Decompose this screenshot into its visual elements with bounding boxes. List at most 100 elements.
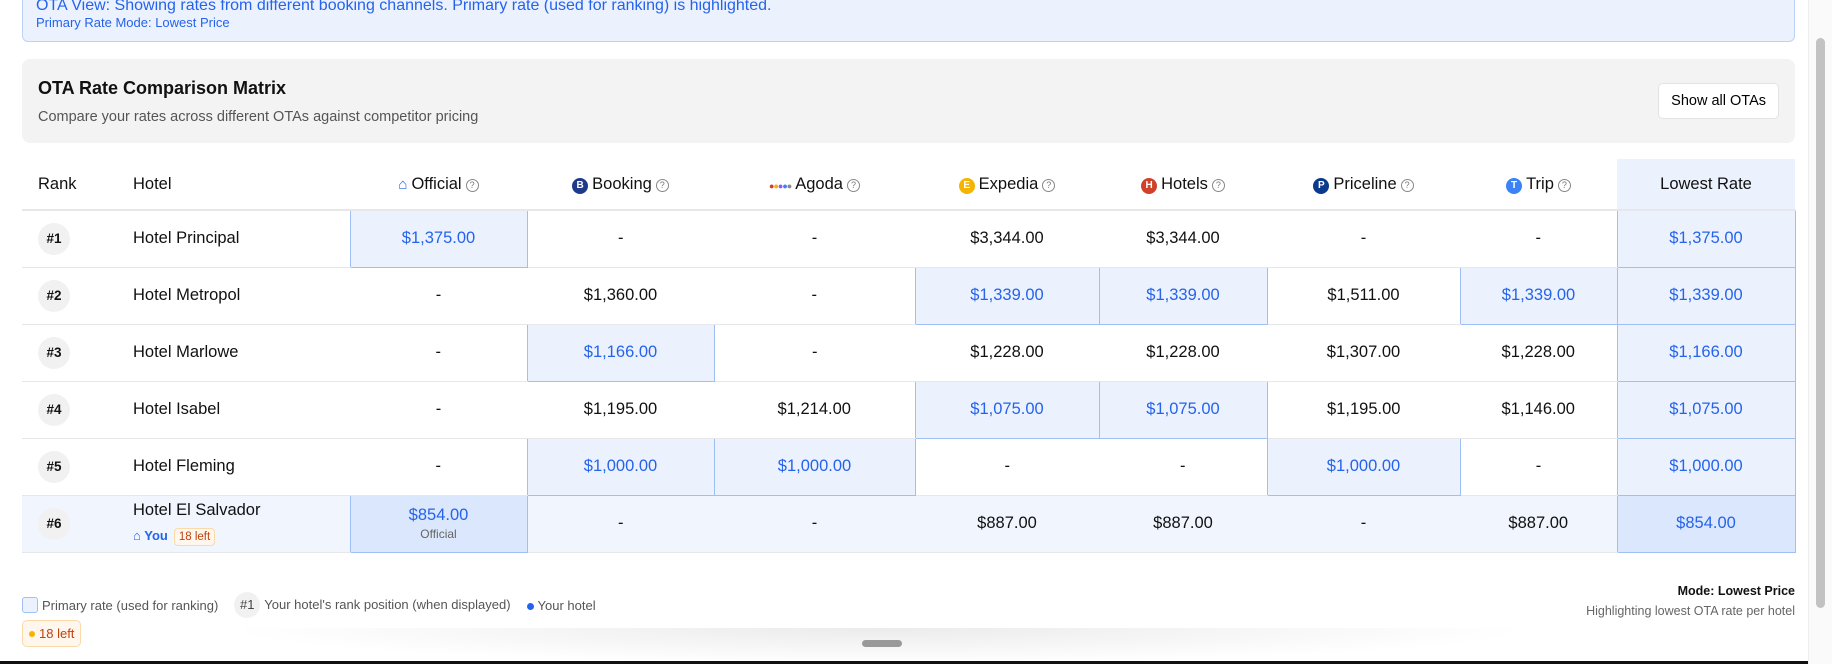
help-icon[interactable]: ? — [1557, 178, 1571, 192]
hotel-name: Hotel El Salvador — [133, 501, 261, 519]
rate-cell-official: $1,375.00 — [349, 209, 528, 268]
rate-cell-trip: $1,228.00 — [1460, 324, 1617, 382]
hotel-name: Hotel Isabel — [133, 400, 221, 418]
scrollbar[interactable] — [1808, 0, 1832, 664]
rank-badge: #5 — [38, 450, 70, 483]
rate-cell-expedia: - — [915, 438, 1099, 496]
rate-cell-priceline: $1,511.00 — [1267, 267, 1460, 325]
table-row: #6 Hotel El Salvador ⌂ You 18 left $854.00 Of… — [22, 494, 1796, 553]
booking-logo-icon: B — [572, 177, 589, 194]
hotel-name: Hotel Principal — [133, 229, 240, 248]
column-header-booking: B Booking? — [527, 159, 714, 211]
column-header-rank: Rank — [22, 159, 117, 211]
rank-badge: #1 — [38, 222, 70, 255]
rate-cell-trip: $1,146.00 — [1460, 381, 1617, 439]
help-icon[interactable]: ? — [846, 178, 860, 192]
info-banner: OTA View: Showing rates from different b… — [22, 0, 1795, 42]
dot-icon — [526, 602, 534, 610]
legend-primary: Primary rate (used for ranking) — [22, 597, 218, 613]
legend-rank: #1 Your hotel's rank position (when displ… — [234, 592, 511, 618]
rank-cell: #2 — [22, 267, 117, 325]
hotel-name: Hotel Fleming — [133, 457, 235, 475]
help-icon[interactable]: ? — [1211, 178, 1225, 192]
scrollbar-thumb[interactable] — [1816, 38, 1825, 608]
rank-cell: #4 — [22, 381, 117, 439]
rank-badge: #3 — [38, 336, 70, 369]
lowest-rate-cell: $1,075.00 — [1616, 380, 1796, 439]
rate-cell-hotels: $1,075.00 — [1098, 380, 1268, 439]
trip-logo-icon: T — [1506, 177, 1523, 194]
rate-cell-trip: - — [1460, 210, 1617, 268]
rate-cell-trip: $887.00 — [1460, 495, 1617, 553]
show-all-otas-button[interactable]: Show all OTAs — [1658, 83, 1779, 119]
column-header-hotel: Hotel — [117, 159, 350, 211]
rate-cell-booking: $1,000.00 — [526, 437, 715, 496]
table-row: #3 Hotel Marlowe - $1,166.00- $1,228.00 $1,22… — [22, 323, 1796, 382]
legend-your-hotel: Your hotel — [526, 598, 596, 613]
rate-cell-priceline: $1,307.00 — [1267, 324, 1460, 382]
help-icon[interactable]: ? — [465, 178, 479, 192]
mode-info: Mode: Lowest Price Highlighting lowest O… — [1586, 584, 1795, 618]
rate-cell-priceline: $1,000.00 — [1266, 437, 1461, 496]
rate-cell-booking: $1,195.00 — [527, 381, 714, 439]
dot-icon — [29, 631, 35, 637]
rate-matrix-table: Rank Hotel ⌂ Official? B Booking? ●●●●● Agoda… — [22, 159, 1796, 553]
hotel-cell: Hotel Metropol — [117, 267, 350, 325]
lowest-rate-cell: $854.00 — [1616, 494, 1796, 553]
priceline-logo-icon: P — [1313, 177, 1330, 194]
rate-cell-expedia: $887.00 — [915, 495, 1099, 553]
rate-source-label: Official — [420, 527, 457, 541]
rank-cell: #5 — [22, 438, 117, 496]
rate-cell-hotels: $887.00 — [1099, 495, 1267, 553]
lowest-rate-cell: $1,000.00 — [1616, 437, 1796, 496]
rate-cell-expedia: $1,075.00 — [914, 380, 1100, 439]
column-header-agoda: ●●●●● Agoda? — [714, 159, 915, 211]
help-icon[interactable]: ? — [1400, 178, 1414, 192]
rate-cell-booking: - — [527, 495, 714, 553]
rate-cell-booking: $1,360.00 — [527, 267, 714, 325]
rate-cell-hotels: $3,344.00 — [1099, 210, 1267, 268]
mode-description: Highlighting lowest OTA rate per hotel — [1586, 604, 1795, 618]
home-icon: ⌂ — [398, 175, 408, 193]
table-row: #2 Hotel Metropol - $1,360.00- $1,339.00 $1,3… — [22, 266, 1796, 325]
mode-title: Mode: Lowest Price — [1677, 584, 1795, 598]
rate-cell-agoda: - — [714, 495, 915, 553]
rank-cell: #1 — [22, 210, 117, 268]
help-icon[interactable]: ? — [655, 178, 669, 192]
home-icon: ⌂ — [133, 528, 145, 543]
hotel-cell: Hotel Principal — [117, 210, 350, 268]
banner-message: OTA View: Showing rates from different b… — [36, 0, 772, 14]
rate-cell-official: $854.00 Official — [349, 494, 528, 553]
you-tag: ⌂ You — [133, 528, 168, 543]
rooms-left-badge: 18 left — [173, 528, 216, 546]
rate-cell-official: - — [350, 324, 527, 382]
hotel-name: Hotel Metropol — [133, 286, 241, 304]
table-row: #5 Hotel Fleming - $1,000.00 $1,000.00- - $1,0… — [22, 437, 1796, 496]
lowest-rate-cell: $1,166.00 — [1616, 323, 1796, 382]
rank-cell: #3 — [22, 324, 117, 382]
hotels-logo-icon: H — [1141, 177, 1158, 194]
agoda-logo-icon: ●●●●● — [769, 180, 792, 191]
table-row: #4 Hotel Isabel - $1,195.00 $1,214.00 $1,075.… — [22, 380, 1796, 439]
lowest-rate-cell: $1,375.00 — [1616, 209, 1796, 268]
rate-cell-priceline: $1,195.00 — [1267, 381, 1460, 439]
rate-cell-priceline: - — [1267, 495, 1460, 553]
rate-cell-hotels: $1,228.00 — [1099, 324, 1267, 382]
expedia-logo-icon: E — [958, 177, 975, 194]
rate-cell-trip: $1,339.00 — [1459, 266, 1618, 325]
help-icon[interactable]: ? — [1042, 178, 1056, 192]
banner-mode: Primary Rate Mode: Lowest Price — [36, 15, 230, 30]
rooms-left-legend-badge: 18 left — [22, 620, 82, 647]
page-title: OTA Rate Comparison Matrix — [38, 78, 287, 98]
rate-cell-hotels: $1,339.00 — [1098, 266, 1268, 325]
rate-cell-agoda: - — [714, 267, 915, 325]
column-header-official: ⌂ Official? — [350, 159, 527, 211]
column-header-priceline: P Priceline? — [1267, 159, 1460, 211]
rate-cell-official: - — [350, 438, 527, 496]
rate-cell-expedia: $3,344.00 — [915, 210, 1099, 268]
hotel-cell: Hotel Marlowe — [117, 324, 350, 382]
legend: Primary rate (used for ranking) #1 Your h… — [22, 592, 596, 618]
drag-handle[interactable] — [862, 640, 902, 647]
lowest-rate-cell: $1,339.00 — [1616, 266, 1796, 325]
primary-swatch-icon — [22, 597, 38, 613]
